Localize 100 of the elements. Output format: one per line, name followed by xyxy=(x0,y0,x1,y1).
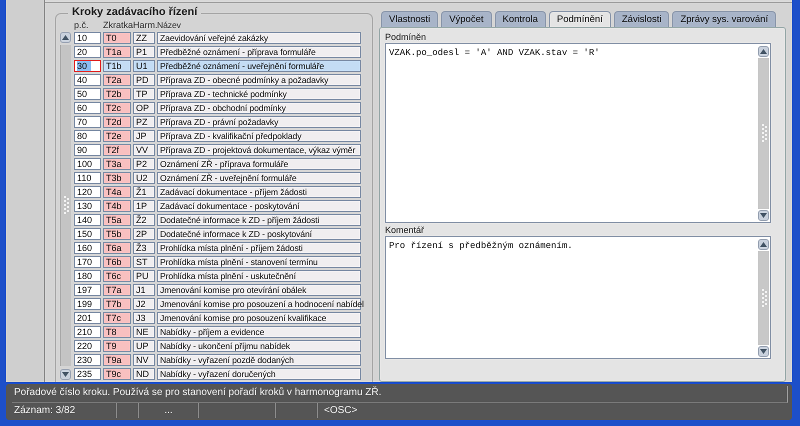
order-field[interactable]: 80 xyxy=(74,130,101,142)
name-field[interactable]: Zadávací dokumentace - příjem žádosti xyxy=(157,186,361,198)
order-field[interactable]: 110 xyxy=(74,172,101,184)
harm-field[interactable]: PD xyxy=(133,74,155,86)
scroll-up-button[interactable] xyxy=(60,32,71,42)
harm-field[interactable]: J2 xyxy=(133,298,155,310)
order-field[interactable]: 199 xyxy=(74,298,101,310)
order-field[interactable]: 130 xyxy=(74,200,101,212)
condition-textarea[interactable]: VZAK.po_odesl = 'A' AND VZAK.stav = 'R' xyxy=(385,42,771,222)
name-field[interactable]: Příprava ZD - kvalifikační předpoklady xyxy=(157,130,361,142)
order-field[interactable]: 197 xyxy=(74,284,101,296)
code-field[interactable]: T5a xyxy=(103,214,131,226)
code-field[interactable]: T1a xyxy=(103,46,131,58)
name-field[interactable]: Prohlídka místa plnění - příjem žádosti xyxy=(157,242,361,254)
order-field[interactable]: 220 xyxy=(74,340,101,352)
name-field[interactable]: Nabídky - příjem a evidence xyxy=(157,326,361,338)
scroll-up-button[interactable] xyxy=(758,238,769,250)
code-field[interactable]: T2e xyxy=(103,130,131,142)
code-field[interactable]: T4b xyxy=(103,200,131,212)
order-field[interactable]: 100 xyxy=(74,158,101,170)
order-field[interactable]: 90 xyxy=(74,144,101,156)
name-field[interactable]: Příprava ZD - právní požadavky xyxy=(157,116,361,128)
tab[interactable]: Podmínění xyxy=(548,10,611,26)
name-field[interactable]: Předběžné oznámení - příprava formuláře xyxy=(157,46,361,58)
harm-field[interactable]: ZZ xyxy=(133,32,155,44)
scroll-down-button[interactable] xyxy=(60,368,71,380)
code-field[interactable]: T2f xyxy=(103,144,131,156)
scroll-down-button[interactable] xyxy=(758,346,769,356)
harm-field[interactable]: U2 xyxy=(133,172,155,184)
harm-field[interactable]: NV xyxy=(133,354,155,366)
harm-field[interactable]: J1 xyxy=(133,284,155,296)
name-field[interactable]: Dodatečné informace k ZD - poskytování xyxy=(157,228,361,240)
harm-field[interactable]: PZ xyxy=(133,116,155,128)
code-field[interactable]: T5b xyxy=(103,228,131,240)
order-field[interactable]: 40 xyxy=(74,74,101,86)
code-field[interactable]: T2c xyxy=(103,102,131,114)
code-field[interactable]: T9c xyxy=(103,368,131,380)
order-field[interactable]: 150 xyxy=(74,228,101,240)
harm-field[interactable]: JP xyxy=(133,130,155,142)
order-field[interactable]: 230 xyxy=(74,354,101,366)
harm-field[interactable]: NE xyxy=(133,326,155,338)
name-field[interactable]: Oznámení ZŘ - příprava formuláře xyxy=(157,158,361,170)
order-field[interactable]: 180 xyxy=(74,270,101,282)
code-field[interactable]: T4a xyxy=(103,186,131,198)
tab[interactable]: Závislosti xyxy=(614,10,670,26)
code-field[interactable]: T0 xyxy=(103,32,131,44)
order-field[interactable]: 10 xyxy=(74,32,101,44)
order-field[interactable]: 120 xyxy=(74,186,101,198)
order-field[interactable]: 50 xyxy=(74,88,101,100)
code-field[interactable]: T6b xyxy=(103,256,131,268)
order-field[interactable]: 30 xyxy=(74,60,101,72)
name-field[interactable]: Nabídky - vyřazení doručených xyxy=(157,368,361,380)
name-field[interactable]: Oznámení ZŘ - uveřejnění formuláře xyxy=(157,172,361,184)
harm-field[interactable]: P1 xyxy=(133,46,155,58)
code-field[interactable]: T9 xyxy=(103,340,131,352)
order-field[interactable]: 60 xyxy=(74,102,101,114)
harm-field[interactable]: 1P xyxy=(133,200,155,212)
code-field[interactable]: T2b xyxy=(103,88,131,100)
order-field[interactable]: 170 xyxy=(74,256,101,268)
comment-textarea[interactable]: Pro řízení s předběžným oznámením. xyxy=(385,236,771,358)
tab[interactable]: Kontrola xyxy=(494,10,546,26)
name-field[interactable]: Dodatečné informace k ZD - příjem žádosti xyxy=(157,214,361,226)
name-field[interactable]: Nabídky - vyřazení pozdě dodaných xyxy=(157,354,361,366)
code-field[interactable]: T9a xyxy=(103,354,131,366)
scroll-down-button[interactable] xyxy=(758,210,769,220)
order-field[interactable]: 201 xyxy=(74,312,101,324)
harm-field[interactable]: Ž3 xyxy=(133,242,155,254)
order-field[interactable]: 160 xyxy=(74,242,101,254)
order-field[interactable]: 140 xyxy=(74,214,101,226)
order-field[interactable]: 235 xyxy=(74,368,101,380)
scroll-up-button[interactable] xyxy=(758,46,769,56)
harm-field[interactable]: ST xyxy=(133,256,155,268)
name-field[interactable]: Prohlídka místa plnění - uskutečnění xyxy=(157,270,361,282)
code-field[interactable]: T6a xyxy=(103,242,131,254)
name-field[interactable]: Příprava ZD - obchodní podmínky xyxy=(157,102,361,114)
scrollbar-track[interactable] xyxy=(60,44,71,366)
name-field[interactable]: Příprava ZD - technické podmínky xyxy=(157,88,361,100)
code-field[interactable]: T7b xyxy=(103,298,131,310)
harm-field[interactable]: J3 xyxy=(133,312,155,324)
tab[interactable]: Vlastnosti xyxy=(381,10,438,26)
harm-field[interactable]: OP xyxy=(133,102,155,114)
order-field[interactable]: 20 xyxy=(74,46,101,58)
code-field[interactable]: T7c xyxy=(103,312,131,324)
order-field[interactable]: 210 xyxy=(74,326,101,338)
name-field[interactable]: Zaevidování veřejné zakázky xyxy=(157,32,361,44)
name-field[interactable]: Nabídky - ukončení příjmu nabídek xyxy=(157,340,361,352)
harm-field[interactable]: Ž1 xyxy=(133,186,155,198)
code-field[interactable]: T3a xyxy=(103,158,131,170)
tab[interactable]: Zprávy sys. varování xyxy=(672,10,776,26)
harm-field[interactable]: PU xyxy=(133,270,155,282)
name-field[interactable]: Příprava ZD - projektová dokumentace, výkaz výměr xyxy=(157,144,361,156)
name-field[interactable]: Prohlídka místa plnění - stanovení termínu xyxy=(157,256,361,268)
harm-field[interactable]: TP xyxy=(133,88,155,100)
harm-field[interactable]: U1 xyxy=(133,60,155,72)
name-field[interactable]: Jmenování komise pro otevírání obálek xyxy=(157,284,361,296)
harm-field[interactable]: P2 xyxy=(133,158,155,170)
name-field[interactable]: Předběžné oznámení - uveřejnění formuláře xyxy=(157,60,361,72)
order-field[interactable]: 70 xyxy=(74,116,101,128)
tab[interactable]: Výpočet xyxy=(441,10,492,26)
code-field[interactable]: T1b xyxy=(103,60,131,72)
